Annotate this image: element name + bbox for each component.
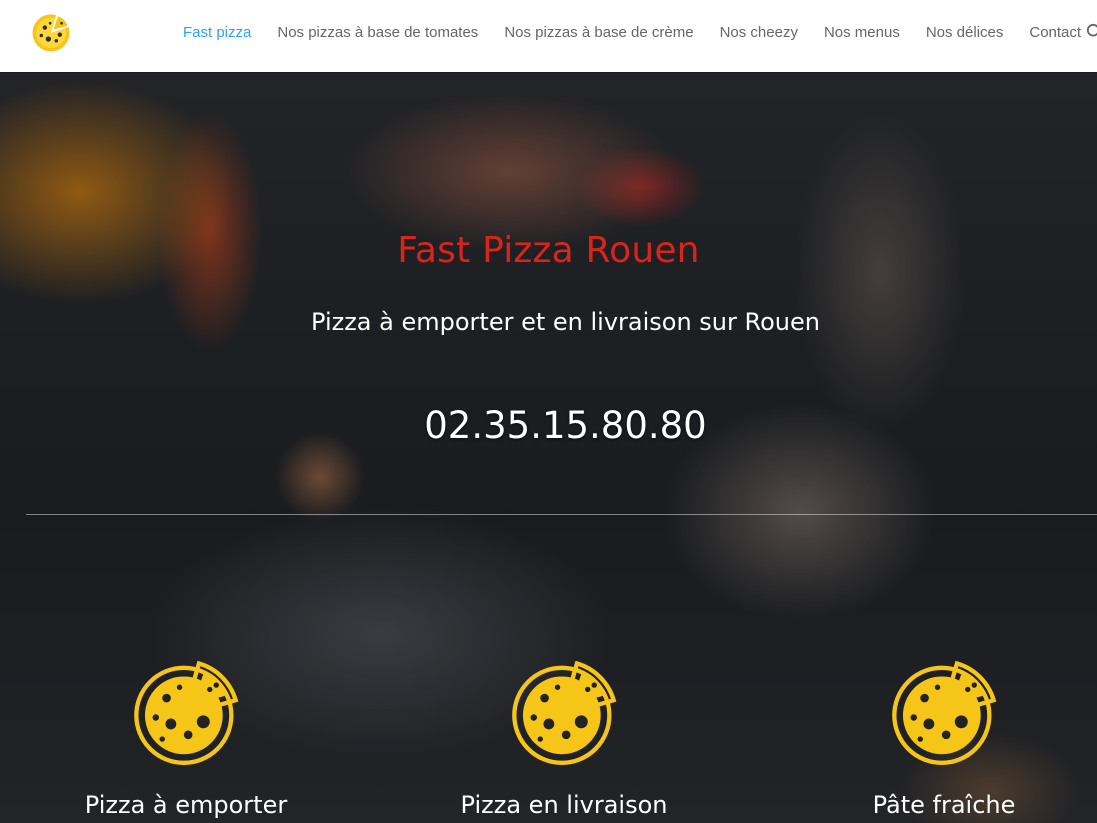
pizza-icon — [512, 660, 617, 765]
nav-item-fast-pizza[interactable]: Fast pizza — [170, 24, 264, 41]
feature-label: Pizza en livraison — [460, 791, 668, 819]
nav-item-contact[interactable]: Contact — [1016, 24, 1094, 41]
feature-delivery: Pizza en livraison — [444, 657, 684, 819]
hero-phone-number[interactable]: 02.35.15.80.80 — [0, 404, 1097, 447]
feature-label: Pizza à emporter — [84, 791, 288, 819]
feature-label: Pâte fraîche — [872, 791, 1016, 819]
nav-item-cheezy[interactable]: Nos cheezy — [707, 24, 811, 41]
nav-item-delices[interactable]: Nos délices — [913, 24, 1017, 41]
pizza-icon — [134, 660, 239, 765]
pizza-icon — [892, 660, 997, 765]
hero-section: Fast Pizza Rouen Pizza à emporter et en … — [0, 72, 1097, 823]
logo-pizza-icon[interactable] — [29, 10, 73, 54]
feature-fresh-dough: Pâte fraîche — [824, 657, 1064, 819]
feature-take-away: Pizza à emporter — [66, 657, 306, 819]
hero-subtitle: Pizza à emporter et en livraison sur Rou… — [311, 308, 820, 336]
nav-item-menus[interactable]: Nos menus — [811, 24, 913, 41]
main-nav: Fast pizza Nos pizzas à base de tomates … — [170, 0, 1094, 64]
hero-divider — [26, 514, 1097, 515]
nav-item-pizzas-creme[interactable]: Nos pizzas à base de crème — [491, 24, 706, 41]
nav-item-pizzas-tomates[interactable]: Nos pizzas à base de tomates — [264, 24, 491, 41]
search-icon[interactable] — [1086, 23, 1097, 41]
site-header: Fast pizza Nos pizzas à base de tomates … — [0, 0, 1097, 72]
hero-title: Fast Pizza Rouen — [397, 230, 700, 271]
